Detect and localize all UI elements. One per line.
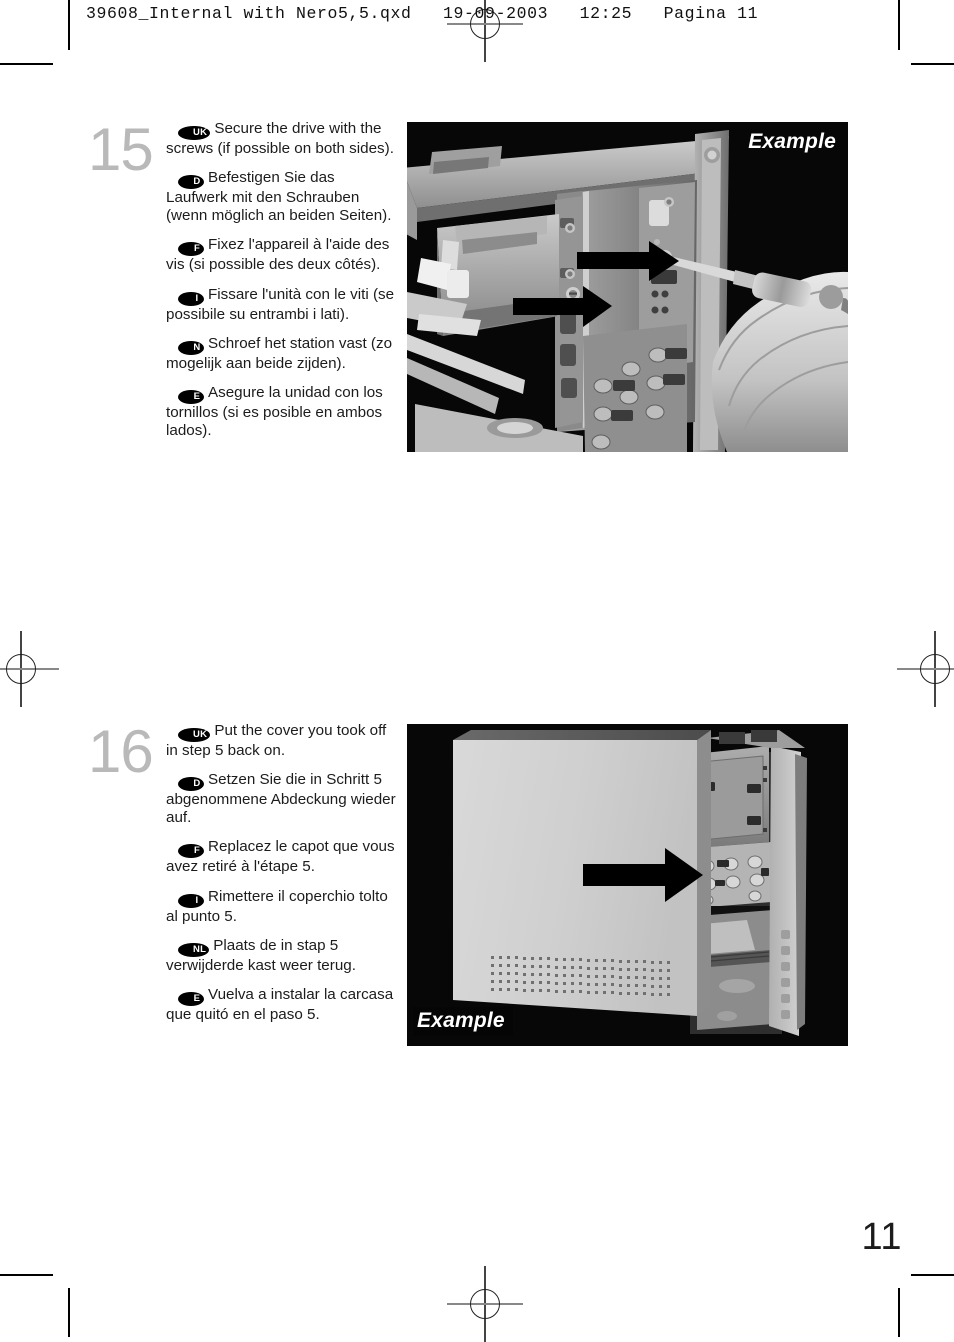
language-badge-d: D	[178, 777, 204, 792]
printer-header-line: 39608_Internal with Nero5,5.qxd 19-09-20…	[86, 4, 759, 23]
step-16-text-f: Replacez le capot que vous avez retiré à…	[166, 838, 395, 876]
registration-mark-bottom	[447, 1266, 523, 1342]
step-15-photo: Example	[407, 122, 848, 452]
step-15-paragraph-e: E Asegure la unidad con los tornillos (si…	[166, 384, 398, 439]
step-15-example-caption: Example	[748, 130, 836, 153]
language-badge-e: E	[178, 992, 204, 1007]
crop-mark-top-left-horizontal	[0, 63, 53, 65]
language-badge-uk: UK	[178, 728, 211, 742]
step-15-text-f: Fixez l'appareil à l'aide des vis (si po…	[166, 236, 390, 274]
language-badge-nl: NL	[178, 943, 210, 958]
registration-circle	[920, 654, 950, 684]
step-16-photo: Example	[407, 724, 848, 1046]
crop-mark-bottom-left-vertical	[68, 1288, 70, 1337]
crop-mark-bottom-left-horizontal	[0, 1274, 53, 1276]
step-16-paragraph-d: D Setzen Sie die in Schritt 5 abgenommene…	[166, 771, 398, 826]
language-badge-n: N	[178, 341, 204, 356]
step-15-text-i: Fissare l'unità con le viti (se possibil…	[166, 285, 395, 323]
step-15-paragraph-f: F Fixez l'appareil à l'aide des vis (si p…	[166, 236, 398, 273]
page-number: 11	[861, 1216, 902, 1258]
step-16-text-e: Vuelva a instalar la carcasa que quitó e…	[166, 986, 394, 1024]
language-badge-e: E	[178, 390, 204, 405]
language-badge-f: F	[178, 242, 204, 257]
step-15-text-n: Schroef het station vast (zo mogelijk aa…	[166, 335, 393, 373]
step-15-photo-illustration	[407, 122, 848, 452]
step-15-text-column: UK Secure the drive with the screws (if p…	[166, 120, 398, 439]
step-16-paragraph-uk: UK Put the cover you took off in step 5 b…	[166, 722, 398, 759]
crop-mark-top-right-horizontal	[911, 63, 954, 65]
crop-mark-bottom-right-vertical	[898, 1288, 900, 1337]
language-badge-i: I	[178, 291, 204, 306]
step-16-example-caption: Example	[413, 1007, 513, 1036]
registration-circle	[470, 1289, 500, 1319]
registration-circle	[6, 654, 36, 684]
language-badge-d: D	[178, 175, 204, 190]
step-15-paragraph-n: N Schroef het station vast (zo mogelijk a…	[166, 335, 398, 372]
step-16-text-column: UK Put the cover you took off in step 5 b…	[166, 722, 398, 1024]
step-16-paragraph-e: E Vuelva a instalar la carcasa que quitó …	[166, 986, 398, 1023]
step-15-paragraph-d: D Befestigen Sie das Laufwerk mit den Sch…	[166, 169, 398, 224]
step-15-paragraph-i: I Fissare l'unità con le viti (se possibi…	[166, 286, 398, 323]
step-16-paragraph-f: F Replacez le capot que vous avez retiré …	[166, 838, 398, 875]
step-16-paragraph-nl: NL Plaats de in stap 5 verwijderde kast w…	[166, 937, 398, 974]
step-number-15: 15	[88, 116, 154, 183]
step-16-paragraph-i: I Rimettere il coperchio tolto al punto 5…	[166, 888, 398, 925]
step-15-paragraph-uk: UK Secure the drive with the screws (if p…	[166, 120, 398, 157]
language-badge-uk: UK	[178, 126, 211, 140]
registration-mark-left	[0, 631, 59, 707]
crop-mark-top-right-vertical	[898, 0, 900, 50]
language-badge-f: F	[178, 844, 204, 859]
language-badge-i: I	[178, 893, 204, 908]
step-16-photo-illustration	[407, 724, 848, 1046]
step-number-16: 16	[88, 718, 154, 785]
registration-mark-right	[897, 631, 954, 707]
crop-mark-bottom-right-horizontal	[911, 1274, 954, 1276]
crop-mark-top-left-vertical	[68, 0, 70, 50]
